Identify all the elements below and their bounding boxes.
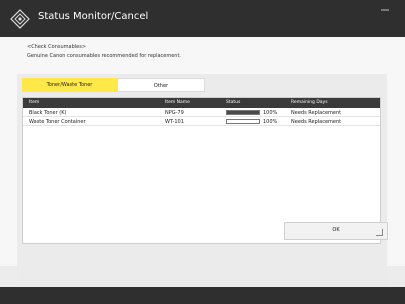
status-level-bar — [226, 119, 260, 124]
item-cell: Black Toner (K) — [29, 109, 67, 116]
tab-other[interactable]: Other — [117, 78, 205, 92]
window-title: Status Monitor/Cancel — [38, 11, 149, 22]
resize-corner-icon — [376, 229, 383, 236]
column-header-remaining-days: Remaining Days — [291, 100, 328, 105]
ok-button-label: OK — [332, 227, 340, 233]
table-header: Item Item Name Status Remaining Days — [23, 98, 380, 108]
section-heading: <Check Consumables> — [27, 44, 87, 50]
ok-button[interactable]: OK — [284, 222, 388, 240]
item-name-cell: WT-101 — [165, 118, 184, 125]
consumables-panel: Toner/Waste Toner Other Item Item Name S… — [17, 74, 387, 288]
remaining-days-cell: Needs Replacement — [291, 109, 342, 116]
column-header-item-name: Item Name — [165, 100, 190, 105]
status-monitor-screen: Status Monitor/Cancel <Check Consumables… — [0, 0, 405, 304]
menu-icon[interactable] — [375, 7, 395, 29]
table-row[interactable]: Waste Toner Container WT-101 100% Needs … — [23, 117, 380, 126]
table-row[interactable]: Black Toner (K) NPG-79 100% Needs Replac… — [23, 108, 380, 117]
item-cell: Waste Toner Container — [29, 118, 86, 125]
settings-diamond-icon — [10, 9, 30, 29]
status-percent-cell: 100% — [263, 109, 278, 116]
title-bar: Status Monitor/Cancel — [0, 0, 405, 37]
tab-toner-waste-toner[interactable]: Toner/Waste Toner — [22, 78, 117, 92]
column-header-item: Item — [29, 100, 40, 105]
section-subheading: Genuine Canon consumables recommended fo… — [27, 53, 182, 59]
status-level-bar — [226, 110, 260, 115]
item-name-cell: NPG-79 — [165, 109, 184, 116]
column-header-status: Status — [226, 100, 241, 105]
status-percent-cell: 100% — [263, 118, 278, 125]
remaining-days-cell: Needs Replacement — [291, 118, 342, 125]
status-level-fill — [227, 111, 259, 114]
bottom-bar — [0, 287, 405, 304]
